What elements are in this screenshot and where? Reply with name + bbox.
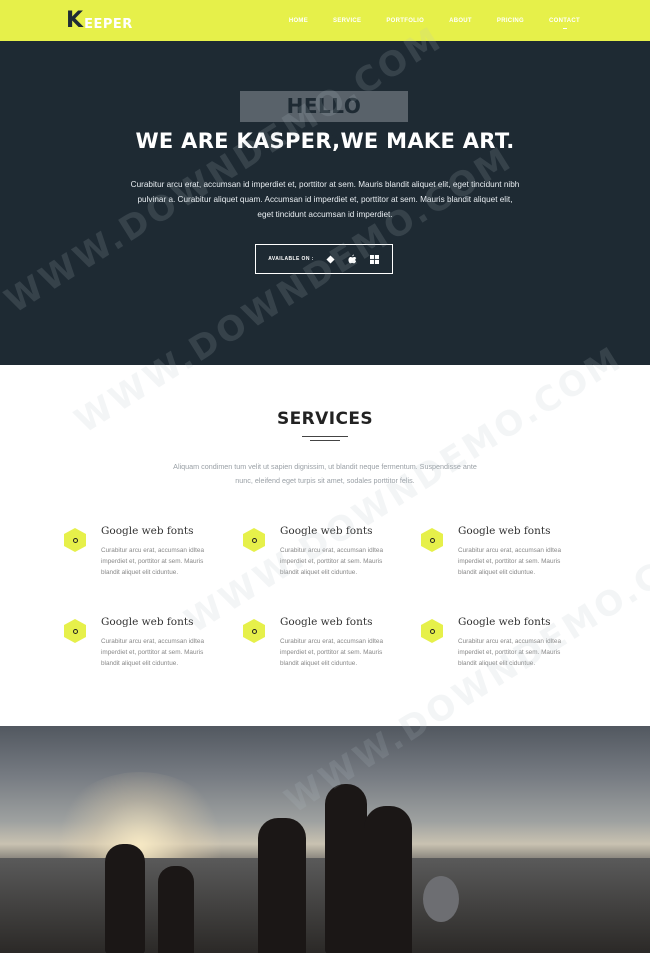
title-divider-top (302, 436, 348, 437)
nav-about[interactable]: ABOUT (449, 18, 472, 24)
service-text: Curabitur arcu erat, accumsan idltea imp… (458, 638, 562, 667)
nav-contact[interactable]: CONTACT (549, 18, 580, 24)
title-divider-bottom (310, 440, 340, 441)
service-text: Curabitur arcu erat, accumsan idltea imp… (458, 547, 562, 576)
gear-icon (64, 619, 86, 643)
person-silhouette (105, 844, 145, 953)
services-title: SERVICES (277, 409, 373, 429)
top-navigation-bar: K EEPER HOME SERVICE PORTFOLIO ABOUT PRI… (0, 0, 650, 41)
nav-portfolio[interactable]: PORTFOLIO (386, 18, 424, 24)
nav-pricing[interactable]: PRICING (497, 18, 524, 24)
service-title: Google web fonts (101, 525, 194, 537)
service-title: Google web fonts (458, 616, 551, 628)
hat-silhouette (423, 876, 459, 922)
gear-icon (421, 528, 443, 552)
nav-service[interactable]: SERVICE (333, 18, 361, 24)
logo-text: EEPER (84, 16, 133, 32)
services-section: SERVICES Aliquam condimen tum velit ut s… (0, 365, 650, 726)
gear-icon (421, 619, 443, 643)
services-subtitle: Aliquam condimen tum velit ut sapien dig… (173, 462, 477, 485)
gear-icon (64, 528, 86, 552)
apple-icon[interactable] (348, 254, 358, 264)
service-card: Google web fonts Curabitur arcu erat, ac… (243, 616, 403, 689)
hero-kicker: HELLO KEEPER (240, 91, 408, 149)
service-card: Google web fonts Curabitur arcu erat, ac… (64, 525, 224, 598)
windows-icon[interactable] (370, 254, 380, 264)
person-silhouette (325, 784, 367, 953)
main-nav: HOME SERVICE PORTFOLIO ABOUT PRICING CON… (289, 18, 580, 24)
service-card: Google web fonts Curabitur arcu erat, ac… (421, 616, 581, 689)
service-title: Google web fonts (280, 525, 373, 537)
service-title: Google web fonts (458, 525, 551, 537)
beach-photo (0, 726, 650, 953)
service-card: Google web fonts Curabitur arcu erat, ac… (421, 525, 581, 598)
service-title: Google web fonts (280, 616, 373, 628)
person-silhouette (364, 806, 412, 953)
person-silhouette (158, 866, 194, 953)
nav-home[interactable]: HOME (289, 18, 308, 24)
hero-description: Curabitur arcu erat, accumsan id imperdi… (130, 180, 520, 219)
service-text: Curabitur arcu erat, accumsan idltea imp… (101, 547, 205, 576)
service-card: Google web fonts Curabitur arcu erat, ac… (64, 616, 224, 689)
service-text: Curabitur arcu erat, accumsan idltea imp… (280, 547, 384, 576)
person-silhouette (258, 818, 306, 953)
logo-initial: K (66, 7, 84, 33)
service-text: Curabitur arcu erat, accumsan idltea imp… (280, 638, 384, 667)
gear-icon (243, 528, 265, 552)
service-card: Google web fonts Curabitur arcu erat, ac… (243, 525, 403, 598)
service-text: Curabitur arcu erat, accumsan idltea imp… (101, 638, 205, 667)
hero-section: HELLO KEEPER WE ARE KASPER,WE MAKE ART. … (0, 41, 650, 365)
available-on-box[interactable]: AVAILABLE ON : (255, 244, 393, 274)
gear-icon (243, 619, 265, 643)
android-icon[interactable] (326, 254, 336, 264)
available-on-label: AVAILABLE ON : (268, 256, 314, 262)
site-logo[interactable]: K EEPER (66, 7, 133, 33)
service-title: Google web fonts (101, 616, 194, 628)
hero-title: WE ARE KASPER,WE MAKE ART. (135, 129, 515, 153)
